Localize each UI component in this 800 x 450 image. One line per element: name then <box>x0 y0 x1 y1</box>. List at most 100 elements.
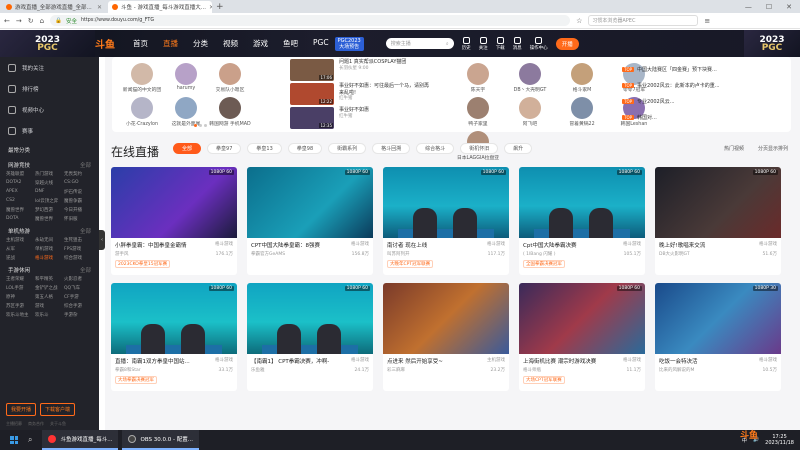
room-title[interactable]: 点进来 然后开始享受~ <box>387 357 443 365</box>
sidebar-item-video[interactable]: 视频中心 <box>0 99 99 120</box>
stream-thumbnail[interactable]: 1080P 60 <box>247 167 373 238</box>
room-category[interactable]: 格斗游戏 <box>351 357 369 365</box>
sidebar-category-link[interactable]: 怀旧服 <box>64 216 93 222</box>
anchor-name[interactable]: DB大火影明GT <box>659 251 690 257</box>
sidebar-category-link[interactable]: 主机游戏 <box>6 237 35 243</box>
live-room-card[interactable]: 1080P 60 晚上好!歌唱来交流 格斗游戏 DB大火影明GT 51.6万 <box>655 167 781 275</box>
nav-live[interactable]: 直播 <box>163 38 178 49</box>
sidebar-category-link[interactable]: 热门游戏 <box>35 171 64 177</box>
anchor-name[interactable]: 拳霸8和Star <box>115 367 141 373</box>
sidebar-category-link[interactable]: CS2 <box>6 198 35 204</box>
pgc-banner-left[interactable]: 2023 PGC <box>0 30 95 57</box>
creator-center-button[interactable]: 操作中心 <box>530 36 548 51</box>
sidebar-category-link[interactable]: DOTA2 <box>6 180 35 186</box>
sidebar-category-link[interactable]: 金铲铲之战 <box>35 285 64 291</box>
follow-button[interactable]: 关注 <box>479 36 488 51</box>
sidebar-category-link[interactable]: 和平精英 <box>35 276 64 282</box>
stream-thumbnail[interactable]: 1080P 60 <box>519 167 645 238</box>
taskbar-search-icon[interactable]: ⌕ <box>28 435 32 445</box>
stream-thumbnail[interactable] <box>383 283 509 354</box>
forward-icon[interactable]: → <box>16 17 22 25</box>
news-item[interactable]: TOP 韩国对... <box>622 114 720 121</box>
back-icon[interactable]: ← <box>4 17 10 25</box>
minimize-button[interactable]: — <box>745 1 752 13</box>
browser-search-box[interactable]: 习惯本浏览器APEC <box>588 15 699 26</box>
room-category[interactable]: 格斗游戏 <box>623 357 641 365</box>
nav-category[interactable]: 分类 <box>193 38 208 49</box>
recommend-anchor[interactable]: 这就是外面尾 <box>164 97 208 127</box>
room-title[interactable]: 上海街机比赛 潮宗时游戏决赛 <box>523 357 596 365</box>
stream-thumbnail[interactable]: 1080P 60 <box>111 283 237 354</box>
stream-thumbnail[interactable]: 1080P 60 <box>111 167 237 238</box>
sidebar-item-follow[interactable]: 我的关注 <box>0 57 99 78</box>
stream-thumbnail[interactable]: 1080P 60 <box>519 283 645 354</box>
room-category[interactable]: 格斗游戏 <box>351 241 369 249</box>
carousel-dot[interactable] <box>199 124 202 127</box>
anchor-name[interactable]: ( 1lBang 闪耀 ) <box>523 251 555 257</box>
sidebar-category-link[interactable]: 魔兽争霸 <box>64 198 93 204</box>
live-room-card[interactable]: 1080P 60 Cpt中国大陆拳霸决赛 格斗游戏 ( 1lBang 闪耀 ) 105.… <box>519 167 645 275</box>
search-icon[interactable]: ⌕ <box>446 41 449 47</box>
room-title[interactable]: 【南霸1】 CPT拳霸决赛，冲啊- <box>251 357 329 365</box>
filter-chip[interactable]: 拳皇97 <box>207 143 242 154</box>
close-tab-icon[interactable]: ✕ <box>97 4 102 11</box>
sidebar-category-link[interactable]: 魔兽世界 <box>35 216 64 222</box>
sidebar-category-link[interactable]: 综合游戏 <box>64 255 93 261</box>
room-title[interactable]: Cpt中国大陆拳霸决赛 <box>523 241 577 249</box>
windows-start-icon[interactable] <box>10 436 18 444</box>
nav-video[interactable]: 视频 <box>223 38 238 49</box>
filter-chip[interactable]: 综合格斗 <box>416 143 455 154</box>
sidebar-category-link[interactable]: 欢乐斗 <box>35 312 64 318</box>
news-item[interactable]: TOP 事业2002风云：此新本的卢卡的重... <box>622 82 720 89</box>
room-category[interactable]: 格斗游戏 <box>759 241 777 249</box>
stream-thumbnail[interactable]: 1080P 60 <box>247 283 373 354</box>
reload-icon[interactable]: ↻ <box>28 17 34 25</box>
room-category[interactable]: 格斗游戏 <box>759 357 777 365</box>
site-search-input[interactable]: 搜索主播 ⌕ <box>385 38 454 49</box>
sidebar-category-link[interactable]: 穿越火线 <box>35 180 64 186</box>
room-title[interactable]: CPT中国大陆拳皇霸：8强赛 <box>251 241 320 249</box>
live-room-card[interactable]: 点进来 然后开始享受~ 主机游戏 彩三麻麻 23.2万 <box>383 283 509 391</box>
sidebar-category-link[interactable]: 苏区手游 <box>6 303 35 309</box>
live-room-card[interactable]: 1080P 60 CPT中国大陆拳皇霸：8强赛 格斗游戏 拳霸官方GeAMS 156.8… <box>247 167 373 275</box>
sidebar-category-link[interactable]: 单机游戏 <box>35 246 64 252</box>
taskbar-app-obs[interactable]: OBS 30.0.0 - 配置... <box>122 430 199 450</box>
nav-home[interactable]: 首页 <box>133 38 148 49</box>
anchor-name[interactable]: 格斗师瓶 <box>523 367 541 373</box>
room-category[interactable]: 格斗游戏 <box>215 357 233 365</box>
maximize-button[interactable]: ☐ <box>766 1 772 13</box>
room-category[interactable]: 主机游戏 <box>487 357 505 365</box>
anchor-name[interactable]: 彩三麻麻 <box>387 367 405 373</box>
stream-thumbnail[interactable]: 1080P 60 <box>655 167 781 238</box>
recommend-anchor[interactable]: 格斗家M <box>556 63 608 93</box>
sidebar-category-link[interactable]: lol云顶之弈 <box>35 198 64 204</box>
nav-game[interactable]: 游戏 <box>253 38 268 49</box>
sidebar-category-link[interactable]: 生死狙击 <box>64 237 93 243</box>
room-title[interactable]: 吃饭一会特决活 <box>659 357 698 365</box>
sidebar-category-link[interactable]: FPS游戏 <box>64 246 93 252</box>
recommend-anchor[interactable]: 阿飞吧 <box>504 97 556 127</box>
open-stream-button[interactable]: 我要开播 <box>6 403 37 416</box>
recommend-anchor[interactable]: 韩国网游 手机MAD <box>208 97 252 127</box>
home-icon[interactable]: ⌂ <box>40 17 44 25</box>
sidebar-category-link[interactable]: 炉石传说 <box>64 189 93 195</box>
sidebar-category-link[interactable]: 第五人格 <box>35 294 64 300</box>
room-category[interactable]: 格斗游戏 <box>623 241 641 249</box>
sidebar-category-link[interactable]: 游戏 <box>35 303 64 309</box>
sidebar-category-link[interactable]: 梦幻西游 <box>35 207 64 213</box>
sidebar-category-link[interactable]: CF手游 <box>64 294 93 300</box>
recommend-anchor[interactable]: 小花·Crazylon <box>120 97 164 127</box>
room-title[interactable]: 小胖拳皇霸：中国拳皇金霸情 <box>115 241 187 249</box>
anchor-name[interactable]: 叫苏阿列开 <box>387 251 410 257</box>
live-room-card[interactable]: 1080P 60 上海街机比赛 潮宗时游戏决赛 格斗游戏 格斗师瓶 11.1万 大场CPT… <box>519 283 645 391</box>
sidebar-category-link[interactable]: 欢乐斗地主 <box>6 312 35 318</box>
sidebar-category-link[interactable]: 英雄联盟 <box>6 171 35 177</box>
start-stream-button[interactable]: 开播 <box>555 37 579 50</box>
browser-tab-2[interactable]: 斗鱼 - 游戏直播_每斗游戏直播大... ✕ <box>108 1 212 13</box>
stream-thumbnail[interactable]: 1080P 60 <box>383 167 509 238</box>
history-button[interactable]: 历史 <box>462 36 471 51</box>
section-more-link[interactable]: 全部 <box>80 161 91 169</box>
sidebar-category-link[interactable]: CS:GO <box>64 180 93 186</box>
filter-chip[interactable]: 全部 <box>173 143 202 154</box>
sidebar-category-link[interactable]: DNF <box>35 189 64 195</box>
